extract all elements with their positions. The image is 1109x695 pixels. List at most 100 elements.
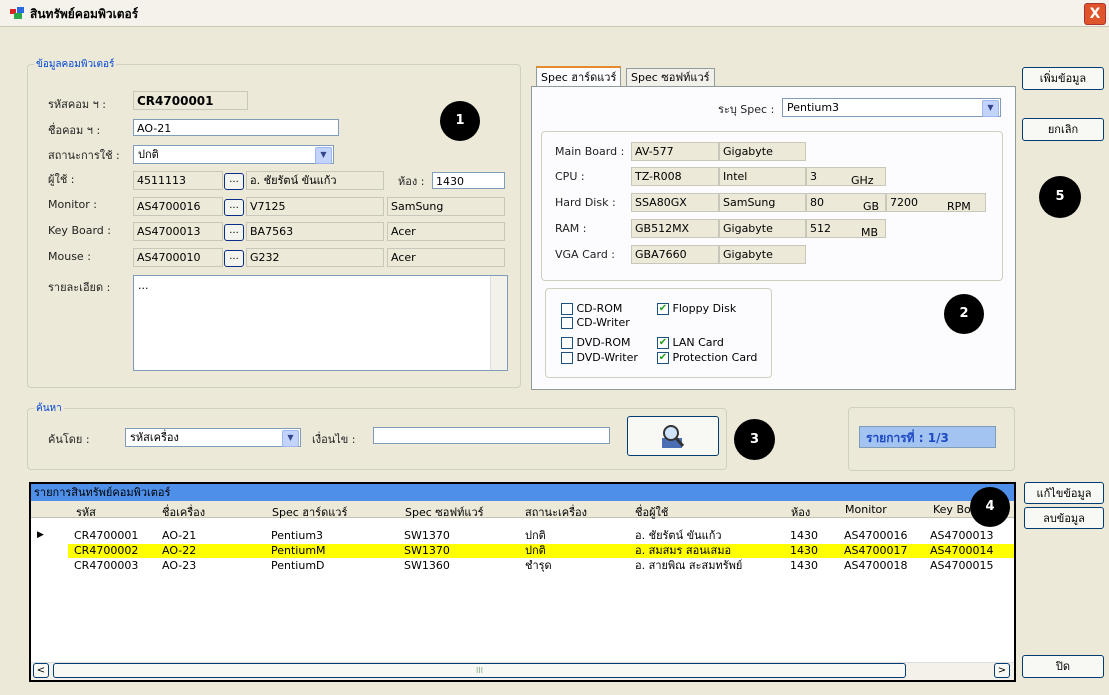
- keyboard-label: Key Board :: [48, 224, 111, 237]
- grid-col-status[interactable]: สถานะเครื่อง: [525, 503, 587, 521]
- callout-3: 3: [734, 419, 775, 460]
- checkbox-lan-card[interactable]: ✔ LAN Card: [657, 336, 724, 349]
- room-input[interactable]: 1430: [432, 172, 505, 189]
- spec-select[interactable]: Pentium3 ▼: [782, 98, 1001, 117]
- detail-scrollbar[interactable]: [490, 276, 507, 370]
- condition-label: เงื่อนไข :: [312, 433, 356, 446]
- cell-room: 1430: [790, 529, 818, 542]
- name-input[interactable]: AO-21: [133, 119, 339, 136]
- delete-button[interactable]: ลบข้อมูล: [1024, 507, 1104, 529]
- monitor-brand-field: SamSung: [387, 197, 505, 216]
- grid-col-monitor[interactable]: Monitor: [845, 503, 887, 516]
- checkbox-label: DVD-ROM: [576, 336, 631, 349]
- cell-status: ปกติ: [525, 529, 546, 542]
- add-button[interactable]: เพิ่มข้อมูล: [1022, 67, 1104, 90]
- cell-name: AO-22: [162, 544, 197, 557]
- checkbox-box[interactable]: [561, 337, 573, 349]
- checkbox-cd-rom[interactable]: CD-ROM: [561, 302, 622, 315]
- cell-status: ปกติ: [525, 544, 546, 557]
- grid-col-keyboard[interactable]: Key Bo: [933, 503, 971, 516]
- checkbox-box[interactable]: [561, 352, 573, 364]
- cell-monitor: AS4700017: [844, 544, 908, 557]
- cpu-speed-field: 3 GHz: [806, 167, 886, 186]
- checkbox-dvd-writer[interactable]: DVD-Writer: [561, 351, 638, 364]
- mainboard-model-field: AV-577: [631, 142, 719, 161]
- grid-col-user[interactable]: ชื่อผู้ใช้: [635, 503, 668, 521]
- cell-monitor: AS4700016: [844, 529, 908, 542]
- cell-sw: SW1370: [404, 529, 450, 542]
- cancel-button[interactable]: ยกเลิก: [1022, 118, 1104, 141]
- callout-5: 5: [1039, 176, 1081, 218]
- table-row[interactable]: CR4700003 AO-23 PentiumD SW1360 ชำรุด อ.…: [68, 559, 1014, 573]
- cell-keyboard: AS4700015: [930, 559, 994, 572]
- checkbox-box[interactable]: [561, 317, 573, 329]
- chevron-down-icon[interactable]: ▼: [982, 100, 999, 117]
- checkbox-box[interactable]: ✔: [657, 352, 669, 364]
- checkbox-box[interactable]: ✔: [657, 337, 669, 349]
- detail-textarea[interactable]: ...: [133, 275, 508, 371]
- scroll-thumb[interactable]: III: [53, 663, 906, 678]
- monitor-label: Monitor :: [48, 198, 98, 211]
- cell-user: อ. ชัยรัตน์ ขันแก้ว: [635, 529, 722, 542]
- checkbox-label: Protection Card: [672, 351, 758, 364]
- record-counter: รายการที่ : 1/3: [859, 426, 996, 448]
- checkbox-cd-writer[interactable]: CD-Writer: [561, 316, 630, 329]
- keyboard-id-field: AS4700013: [133, 222, 223, 241]
- monitor-model-field: V7125: [246, 197, 384, 216]
- cell-code: CR4700002: [74, 544, 139, 557]
- checkbox-box[interactable]: ✔: [657, 303, 669, 315]
- ram-brand-field: Gigabyte: [719, 219, 806, 238]
- cell-status: ชำรุด: [525, 559, 552, 572]
- status-select[interactable]: ปกติ ▼: [133, 145, 334, 164]
- checkbox-dvd-rom[interactable]: DVD-ROM: [561, 336, 631, 349]
- search-group-label: ค้นหา: [34, 401, 64, 416]
- chevron-down-icon[interactable]: ▼: [315, 147, 332, 164]
- cell-name: AO-21: [162, 529, 197, 542]
- search-by-select[interactable]: รหัสเครื่อง ▼: [125, 428, 301, 447]
- condition-input[interactable]: [373, 427, 610, 444]
- checkbox-label: Floppy Disk: [672, 302, 737, 315]
- table-row-selected[interactable]: CR4700002 AO-22 PentiumM SW1370 ปกติ อ. …: [68, 544, 1014, 558]
- checkbox-box[interactable]: [561, 303, 573, 315]
- cpu-speed-unit: GHz: [851, 174, 874, 186]
- search-by-label: ค้นโดย :: [48, 433, 90, 446]
- edit-button[interactable]: แก้ไขข้อมูล: [1024, 482, 1104, 504]
- grid-col-sw[interactable]: Spec ซอฟท์แวร์: [405, 503, 484, 521]
- close-button[interactable]: ปิด: [1022, 655, 1104, 678]
- cell-hw: Pentium3: [271, 529, 324, 542]
- scroll-right-button[interactable]: >: [994, 663, 1010, 678]
- hdd-rpm-unit: RPM: [947, 200, 971, 212]
- keyboard-lookup-button[interactable]: ...: [224, 224, 244, 241]
- user-name-field: อ. ชัยรัตน์ ขันแก้ว: [246, 171, 384, 190]
- ram-size-field: 512 MB: [806, 219, 886, 238]
- hdd-size-unit: GB: [863, 200, 880, 212]
- vga-label: VGA Card :: [555, 248, 616, 261]
- hdd-size-value: 80: [810, 196, 824, 209]
- tab-spec-hardware[interactable]: Spec ฮาร์ดแวร์: [536, 66, 622, 86]
- ram-label: RAM :: [555, 222, 587, 235]
- monitor-lookup-button[interactable]: ...: [224, 199, 244, 216]
- close-window-button[interactable]: X: [1084, 3, 1106, 25]
- search-button[interactable]: [627, 416, 719, 456]
- mouse-lookup-button[interactable]: ...: [224, 250, 244, 267]
- tab-spec-software[interactable]: Spec ซอฟท์แวร์: [626, 68, 715, 86]
- table-row[interactable]: CR4700001 AO-21 Pentium3 SW1370 ปกติ อ. …: [68, 529, 1014, 543]
- chevron-down-icon[interactable]: ▼: [282, 430, 299, 447]
- cell-code: CR4700003: [74, 559, 139, 572]
- cell-hw: PentiumD: [271, 559, 325, 572]
- grid-col-hw[interactable]: Spec ฮาร์ดแวร์: [272, 503, 347, 521]
- user-lookup-button[interactable]: ...: [224, 173, 244, 190]
- grid-col-code[interactable]: รหัส: [76, 503, 96, 521]
- cpu-model-field: TZ-R008: [631, 167, 719, 186]
- checkbox-protection-card[interactable]: ✔ Protection Card: [657, 351, 757, 364]
- vga-model-field: GBA7660: [631, 245, 719, 264]
- checkbox-floppy-disk[interactable]: ✔ Floppy Disk: [657, 302, 736, 315]
- scroll-left-button[interactable]: <: [33, 663, 49, 678]
- grid-caption: รายการสินทรัพย์คอมพิวเตอร์: [31, 484, 1014, 501]
- record-value: : 1/3: [918, 431, 949, 445]
- keyboard-model-field: BA7563: [246, 222, 384, 241]
- grid-col-room[interactable]: ห้อง: [791, 503, 810, 521]
- grid-col-name[interactable]: ชื่อเครื่อง: [162, 503, 205, 521]
- cell-user: อ. สายพิณ สะสมทรัพย์: [635, 559, 743, 572]
- search-tool-icon: [662, 425, 685, 448]
